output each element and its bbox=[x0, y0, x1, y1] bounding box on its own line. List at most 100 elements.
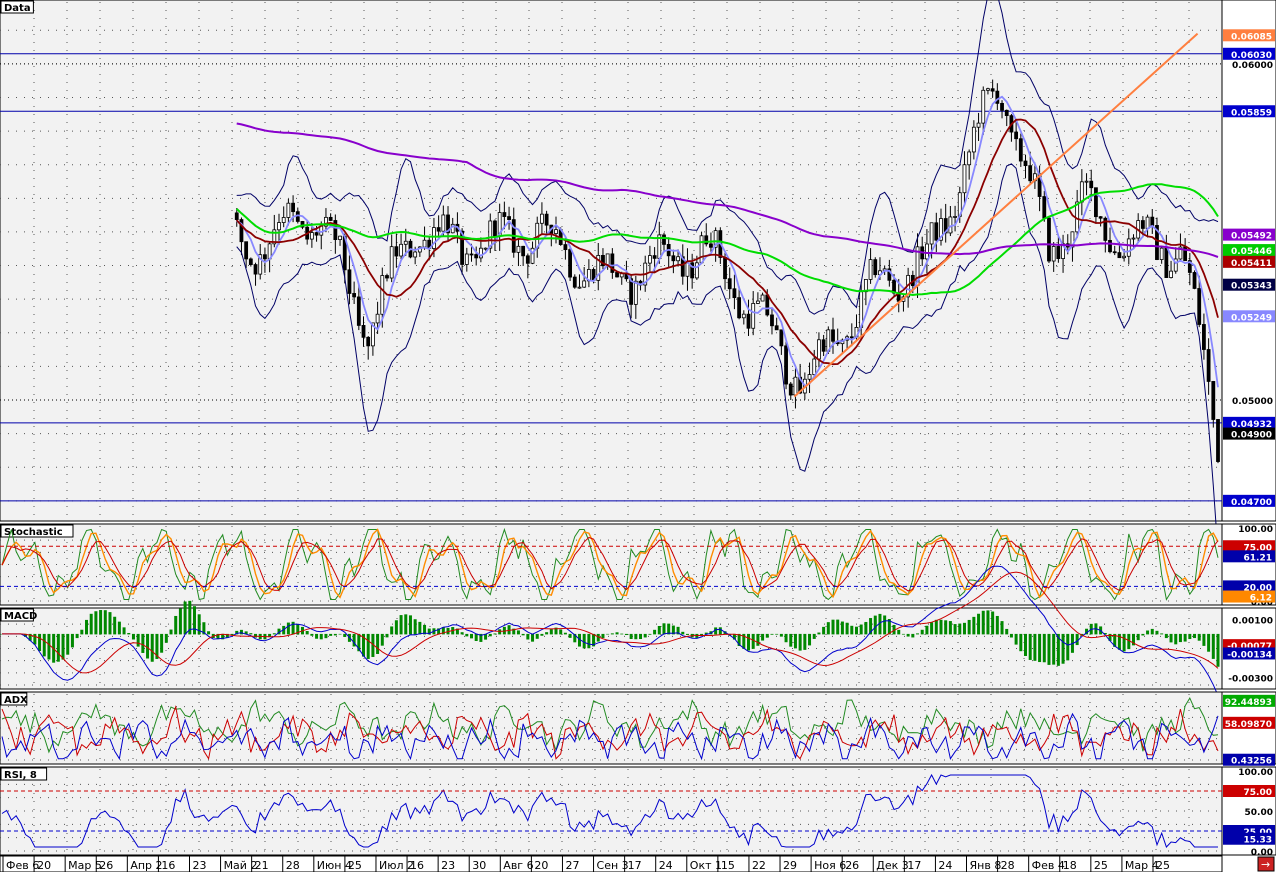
macd-histogram-bar bbox=[911, 633, 915, 638]
macd-histogram-bar bbox=[338, 633, 342, 635]
price-label-text: 0.06085 bbox=[1231, 32, 1272, 42]
candle-body bbox=[779, 329, 784, 347]
macd-histogram-bar bbox=[89, 613, 93, 635]
value-label-text: 0.43256 bbox=[1231, 757, 1272, 767]
panel-0-title: Data bbox=[4, 3, 31, 14]
price-label-text: 0.04900 bbox=[1231, 431, 1272, 441]
macd-histogram-bar bbox=[474, 633, 478, 642]
macd-histogram-bar bbox=[601, 633, 605, 639]
macd-histogram-bar bbox=[761, 633, 765, 641]
candle-body bbox=[582, 280, 587, 288]
candle-body bbox=[981, 89, 986, 124]
candle-body bbox=[385, 275, 389, 279]
macd-histogram-bar bbox=[657, 625, 661, 635]
candle-body bbox=[507, 216, 511, 221]
candle-body bbox=[1108, 240, 1112, 253]
macd-histogram-bar bbox=[418, 621, 422, 635]
time-axis-label: 20 bbox=[534, 859, 548, 872]
macd-histogram-bar bbox=[1174, 633, 1178, 645]
candle-body bbox=[1079, 181, 1084, 203]
osc-tick-label: 100.00 bbox=[1238, 525, 1273, 535]
macd-histogram-bar bbox=[925, 625, 929, 635]
macd-histogram-bar bbox=[765, 633, 769, 638]
chart-canvas: Data 0.06000 0.05000 0.06085 0.06030 0.05859 0… bbox=[0, 0, 1276, 872]
macd-histogram-bar bbox=[836, 619, 840, 635]
candle-body bbox=[253, 264, 258, 275]
macd-histogram-bar bbox=[399, 615, 403, 635]
macd-histogram-bar bbox=[747, 633, 751, 651]
candle-body bbox=[394, 246, 399, 257]
macd-histogram-bar bbox=[80, 629, 84, 635]
candle-body bbox=[929, 222, 934, 245]
time-axis-label: 24 bbox=[938, 859, 952, 872]
macd-histogram-bar bbox=[1005, 628, 1009, 635]
macd-histogram-bar bbox=[127, 632, 131, 635]
candle-body bbox=[1202, 324, 1206, 350]
candle-body bbox=[1056, 246, 1061, 259]
macd-histogram-bar bbox=[38, 633, 42, 652]
macd-histogram-bar bbox=[986, 610, 990, 635]
candle-body bbox=[436, 227, 441, 232]
candle-body bbox=[760, 294, 765, 302]
macd-histogram-bar bbox=[1028, 633, 1032, 660]
candle-body bbox=[422, 239, 427, 248]
candle-body bbox=[521, 245, 526, 257]
candle-body bbox=[286, 202, 291, 218]
candle-body bbox=[1164, 247, 1169, 278]
candle-body bbox=[469, 253, 474, 256]
macd-histogram-bar bbox=[146, 633, 150, 659]
candle-body bbox=[990, 88, 995, 92]
macd-histogram-bar bbox=[85, 619, 89, 635]
price-label-text: 0.05249 bbox=[1231, 313, 1272, 323]
macd-histogram-bar bbox=[972, 616, 976, 635]
candle-body bbox=[1014, 131, 1019, 140]
macd-histogram-bar bbox=[606, 633, 610, 635]
macd-histogram-bar bbox=[178, 608, 182, 635]
candle-body bbox=[934, 222, 939, 241]
candle-body bbox=[685, 262, 690, 277]
candle-body bbox=[788, 383, 793, 396]
time-axis-label: 26 bbox=[99, 859, 113, 872]
macd-histogram-bar bbox=[94, 611, 98, 635]
panel-3-title: ADX bbox=[4, 695, 28, 706]
candle-body bbox=[948, 216, 953, 234]
macd-histogram-bar bbox=[174, 615, 178, 635]
macd-histogram-bar bbox=[1122, 633, 1126, 652]
candle-body bbox=[770, 314, 774, 327]
macd-histogram-bar bbox=[131, 633, 135, 640]
panel-2-title: MACD bbox=[4, 611, 37, 622]
price-label-text: 0.06030 bbox=[1231, 51, 1272, 61]
candle-body bbox=[544, 213, 549, 226]
macd-histogram-bar bbox=[770, 633, 774, 635]
macd-histogram-bar bbox=[122, 627, 126, 635]
macd-histogram-bar bbox=[1150, 628, 1154, 635]
candle-body bbox=[741, 313, 746, 319]
candle-body bbox=[817, 339, 821, 360]
candle-body bbox=[1028, 165, 1033, 182]
macd-histogram-bar bbox=[183, 601, 187, 635]
candle-body bbox=[464, 253, 469, 265]
candle-body bbox=[1197, 288, 1202, 325]
macd-histogram-bar bbox=[390, 626, 394, 635]
macd-histogram-bar bbox=[981, 610, 985, 635]
macd-histogram-bar bbox=[831, 619, 835, 635]
macd-histogram-bar bbox=[587, 633, 591, 649]
macd-histogram-bar bbox=[1033, 633, 1037, 661]
candle-body bbox=[403, 240, 408, 245]
macd-histogram-bar bbox=[404, 614, 408, 635]
candle-body bbox=[540, 213, 544, 224]
time-axis-label: 16 bbox=[161, 859, 175, 872]
macd-histogram-bar bbox=[620, 633, 624, 635]
candle-body bbox=[389, 246, 394, 279]
macd-histogram-bar bbox=[916, 633, 920, 635]
candle-body bbox=[375, 313, 380, 324]
candle-body bbox=[694, 262, 699, 279]
candle-body bbox=[723, 257, 727, 280]
macd-histogram-bar bbox=[70, 633, 74, 648]
macd-histogram-bar bbox=[549, 629, 553, 635]
candle-body bbox=[493, 220, 497, 237]
macd-histogram-bar bbox=[117, 621, 121, 635]
time-axis-label: Май 2 bbox=[224, 859, 258, 872]
candle-body bbox=[554, 229, 558, 234]
value-label-text: 61.21 bbox=[1244, 553, 1272, 563]
